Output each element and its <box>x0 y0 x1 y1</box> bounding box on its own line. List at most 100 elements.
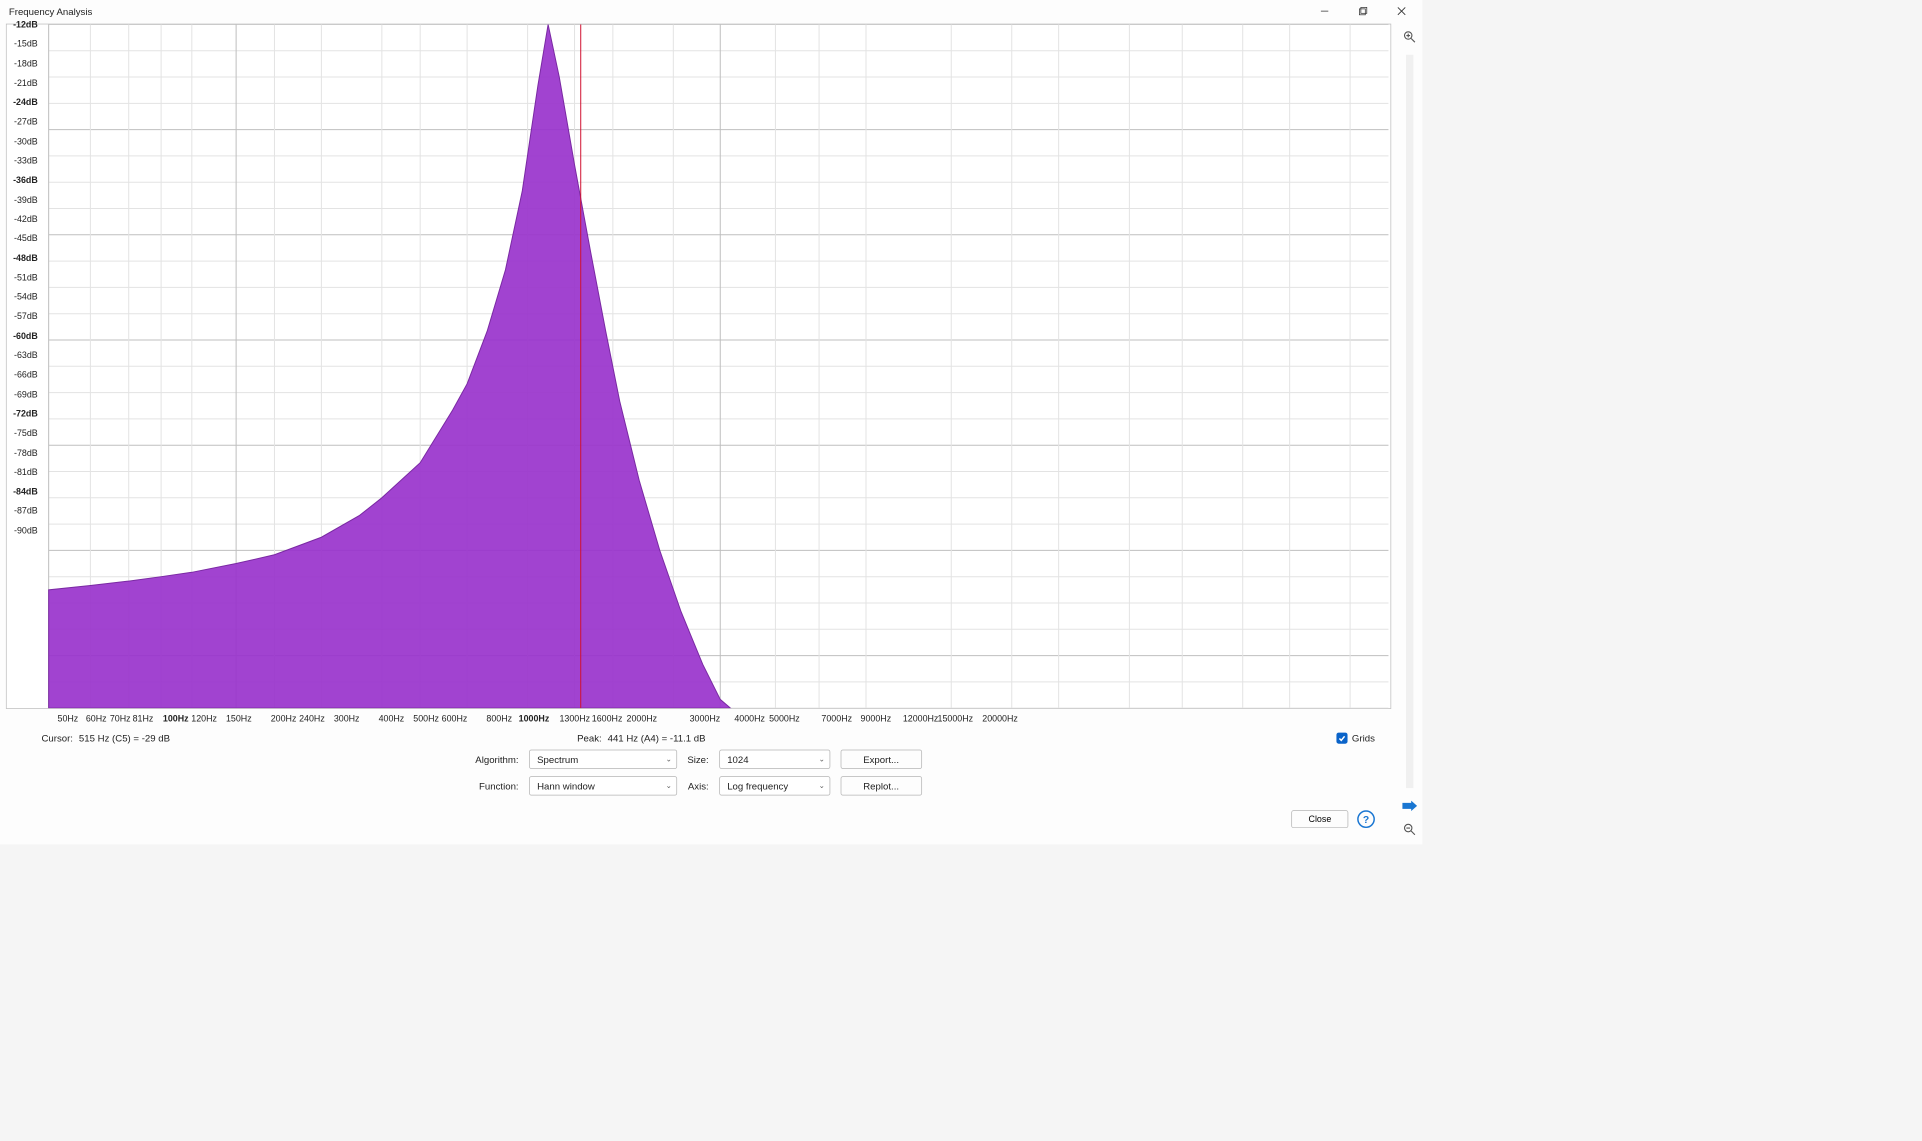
zoom-out-button[interactable] <box>1401 821 1419 839</box>
grids-checkbox[interactable]: Grids <box>1336 733 1377 744</box>
y-axis-labels: -12dB-15dB-18dB-21dB-24dB-27dB-30dB-33dB… <box>10 24 40 708</box>
y-tick-label: -81dB <box>14 467 38 477</box>
x-tick-label: 9000Hz <box>861 713 892 723</box>
right-toolbar <box>1397 22 1422 844</box>
x-tick-label: 5000Hz <box>769 713 800 723</box>
chevron-down-icon: ⌄ <box>666 782 672 790</box>
cursor-label: Cursor: <box>41 733 73 744</box>
function-value: Hann window <box>537 780 595 791</box>
y-tick-label: -72dB <box>13 408 38 418</box>
y-tick-label: -33dB <box>14 155 38 165</box>
y-tick-label: -69dB <box>14 389 38 399</box>
x-tick-label: 400Hz <box>379 713 405 723</box>
spectrum-chart[interactable]: -12dB-15dB-18dB-21dB-24dB-27dB-30dB-33dB… <box>6 24 1391 709</box>
y-tick-label: -15dB <box>14 39 38 49</box>
spectrum-plot-svg <box>7 24 1391 708</box>
x-tick-label: 20000Hz <box>982 713 1018 723</box>
zoom-in-icon <box>1403 30 1416 43</box>
function-label: Function: <box>475 780 518 791</box>
size-select[interactable]: 1024 ⌄ <box>719 750 830 769</box>
info-row: Cursor: 515 Hz (C5) = -29 dB Peak: 441 H… <box>6 730 1391 746</box>
x-tick-label: 150Hz <box>226 713 252 723</box>
axis-label: Axis: <box>687 780 708 791</box>
peak-value: 441 Hz (A4) = -11.1 dB <box>608 733 706 744</box>
chevron-down-icon: ⌄ <box>819 782 825 790</box>
y-tick-label: -12dB <box>13 19 38 29</box>
y-tick-label: -30dB <box>14 136 38 146</box>
close-button[interactable]: Close <box>1292 810 1349 828</box>
x-tick-label: 1300Hz <box>559 713 590 723</box>
pin-icon <box>1402 801 1417 811</box>
x-axis-labels: 50Hz 60Hz70Hz81Hz 100Hz120Hz 150Hz 200Hz240H… <box>37 709 1391 730</box>
maximize-icon <box>1359 7 1368 16</box>
maximize-button[interactable] <box>1344 0 1382 22</box>
y-tick-label: -36dB <box>13 175 38 185</box>
close-icon <box>1397 7 1406 16</box>
y-tick-label: -75dB <box>14 428 38 438</box>
help-button[interactable]: ? <box>1357 810 1375 828</box>
y-tick-label: -84dB <box>13 486 38 496</box>
minimize-button[interactable] <box>1305 0 1343 22</box>
bottom-row: Close ? <box>6 798 1391 844</box>
y-tick-label: -48dB <box>13 253 38 263</box>
peak-label: Peak: <box>577 733 602 744</box>
x-tick-label: 1600Hz <box>592 713 623 723</box>
y-tick-label: -60dB <box>13 331 38 341</box>
window-title: Frequency Analysis <box>9 6 1305 17</box>
x-tick-label: 15000Hz <box>938 713 974 723</box>
function-select[interactable]: Hann window ⌄ <box>529 776 677 795</box>
x-tick-label: 100Hz <box>163 713 189 723</box>
y-tick-label: -57dB <box>14 311 38 321</box>
algorithm-label: Algorithm: <box>475 754 518 765</box>
export-button[interactable]: Export... <box>840 750 921 769</box>
close-button-label: Close <box>1309 814 1332 824</box>
x-tick-label: 120Hz <box>191 713 217 723</box>
window-controls <box>1305 0 1420 22</box>
x-tick-label: 500Hz <box>413 713 439 723</box>
help-icon: ? <box>1363 813 1369 825</box>
pin-button[interactable] <box>1401 797 1419 815</box>
x-tick-label: 4000Hz <box>734 713 765 723</box>
x-tick-label: 70Hz <box>110 713 131 723</box>
x-tick-label: 12000Hz <box>903 713 939 723</box>
size-label: Size: <box>687 754 708 765</box>
y-tick-label: -42dB <box>14 214 38 224</box>
y-tick-label: -45dB <box>14 233 38 243</box>
x-tick-label: 50Hz <box>58 713 79 723</box>
algorithm-select[interactable]: Spectrum ⌄ <box>529 750 677 769</box>
zoom-in-button[interactable] <box>1401 28 1419 46</box>
replot-button[interactable]: Replot... <box>840 776 921 795</box>
grids-label: Grids <box>1352 733 1375 744</box>
y-tick-label: -18dB <box>14 58 38 68</box>
x-tick-label: 7000Hz <box>821 713 852 723</box>
algorithm-value: Spectrum <box>537 754 578 765</box>
x-tick-label: 200Hz <box>271 713 297 723</box>
x-tick-label: 81Hz <box>133 713 154 723</box>
zoom-out-icon <box>1403 823 1416 836</box>
y-tick-label: -54dB <box>14 292 38 302</box>
x-tick-label: 60Hz <box>86 713 107 723</box>
window-close-button[interactable] <box>1382 0 1420 22</box>
x-tick-label: 600Hz <box>442 713 468 723</box>
cursor-value: 515 Hz (C5) = -29 dB <box>79 733 170 744</box>
x-tick-label: 2000Hz <box>627 713 658 723</box>
y-tick-label: -24dB <box>13 97 38 107</box>
axis-select[interactable]: Log frequency ⌄ <box>719 776 830 795</box>
size-value: 1024 <box>727 754 748 765</box>
controls-row: Algorithm: Spectrum ⌄ Size: 1024 ⌄ Expor… <box>6 745 1391 798</box>
y-tick-label: -63dB <box>14 350 38 360</box>
x-tick-label: 800Hz <box>486 713 512 723</box>
x-tick-label: 3000Hz <box>690 713 721 723</box>
y-tick-label: -51dB <box>14 272 38 282</box>
y-tick-label: -27dB <box>14 117 38 127</box>
y-tick-label: -39dB <box>14 194 38 204</box>
y-tick-label: -21dB <box>14 78 38 88</box>
vertical-scrollbar[interactable] <box>1406 55 1413 788</box>
export-button-label: Export... <box>863 754 899 765</box>
x-tick-label: 240Hz <box>299 713 325 723</box>
check-icon <box>1338 734 1346 742</box>
y-tick-label: -87dB <box>14 506 38 516</box>
chevron-down-icon: ⌄ <box>819 755 825 763</box>
replot-button-label: Replot... <box>863 780 899 791</box>
minimize-icon <box>1320 7 1329 16</box>
